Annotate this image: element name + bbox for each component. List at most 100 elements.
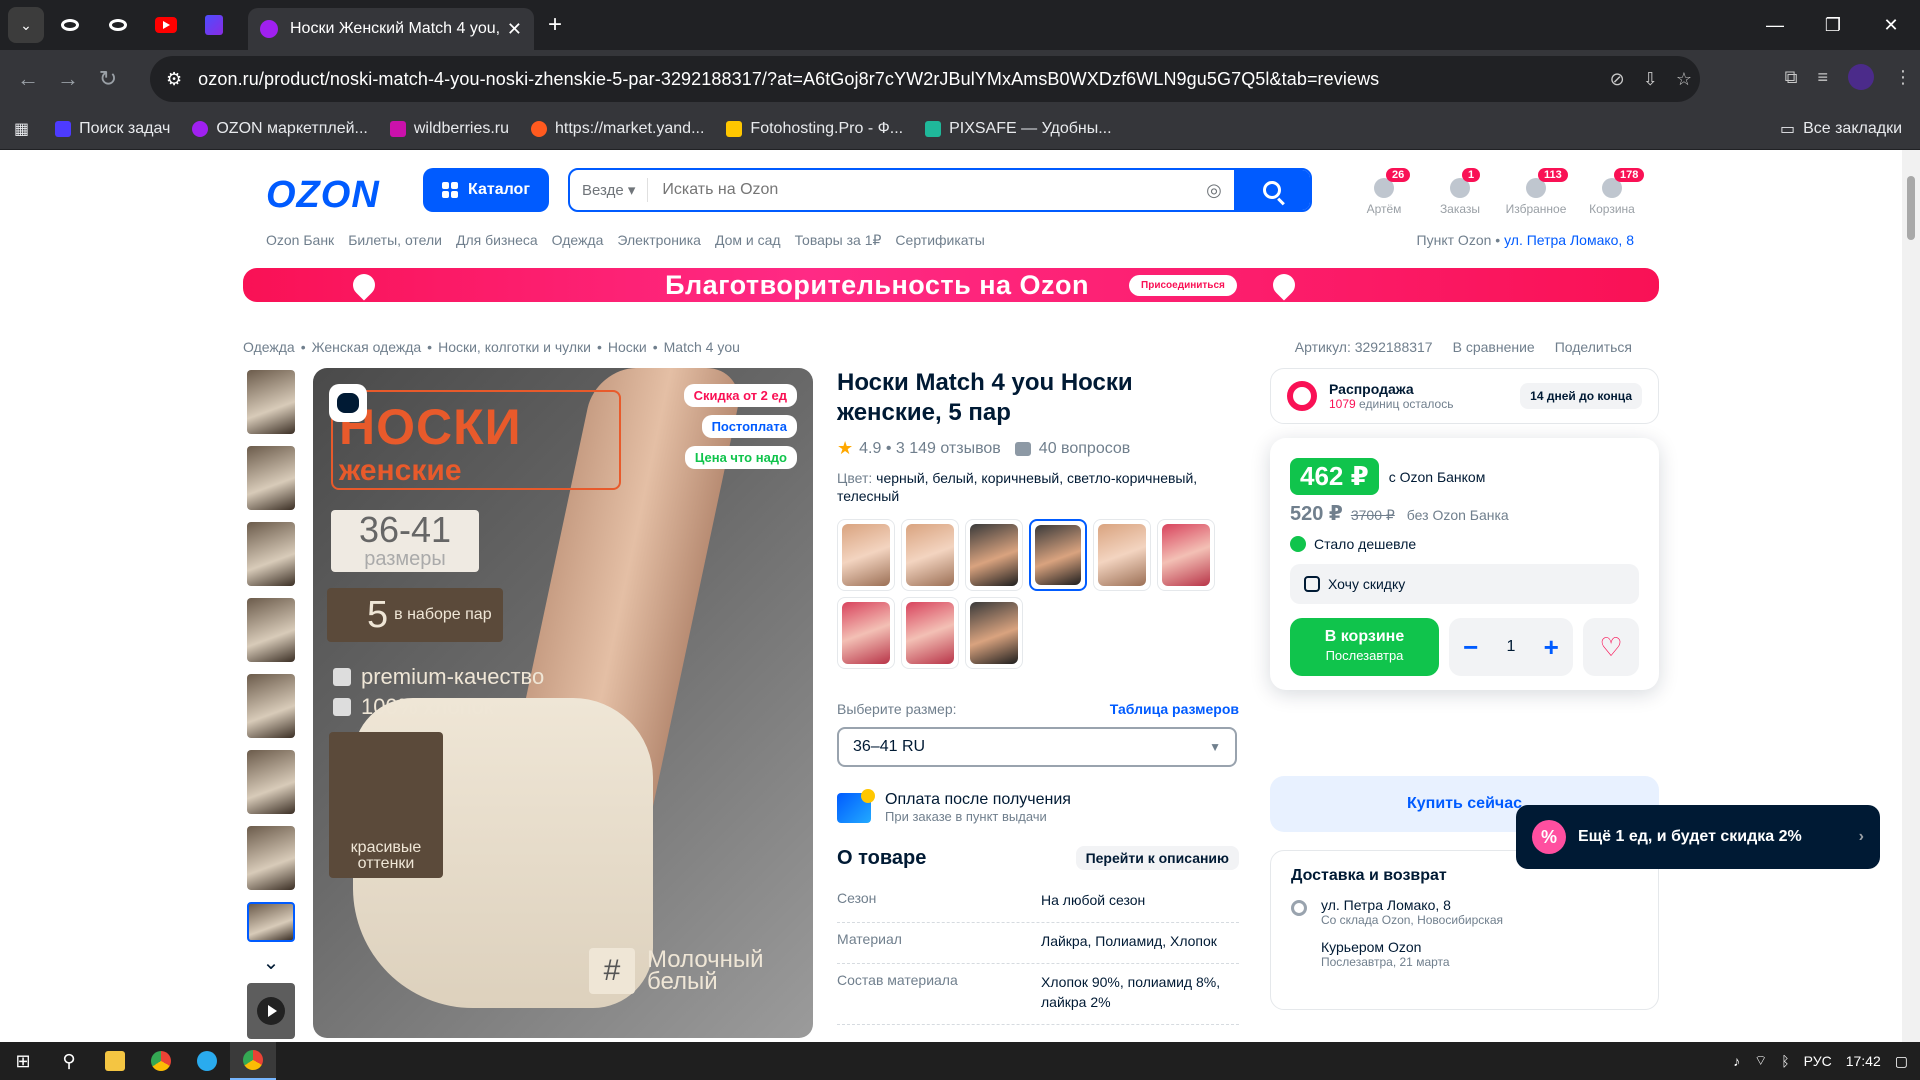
language-indicator[interactable]: РУС: [1804, 1053, 1832, 1069]
restore-button[interactable]: ❐: [1804, 0, 1862, 50]
page-scrollbar[interactable]: [1902, 150, 1920, 1042]
explorer-icon[interactable]: [92, 1042, 138, 1080]
close-window-button[interactable]: ✕: [1862, 0, 1920, 50]
video-thumbnail[interactable]: [247, 983, 295, 1039]
forward-icon[interactable]: →: [48, 66, 88, 92]
promo-banner[interactable]: Благотворительность на Ozon Присоединить…: [243, 268, 1659, 302]
thumbnail-selected[interactable]: [247, 902, 295, 942]
omnibox[interactable]: ⚙ ozon.ru/product/noski-match-4-you-nosk…: [150, 56, 1700, 102]
thumbnail[interactable]: [247, 826, 295, 890]
tray-network-icon[interactable]: ⌔: [1754, 1052, 1767, 1070]
telegram-icon[interactable]: [184, 1042, 230, 1080]
tray-volume-icon[interactable]: ♪: [1733, 1053, 1740, 1069]
color-swatch-selected[interactable]: [1029, 519, 1087, 591]
tray-bluetooth-icon[interactable]: ᛒ: [1781, 1053, 1789, 1069]
bookmark-star-icon[interactable]: ☆: [1676, 69, 1692, 90]
minimize-button[interactable]: —: [1746, 0, 1804, 50]
banner-join-button[interactable]: Присоединиться: [1129, 274, 1237, 296]
bookmark-item[interactable]: OZON маркетплей...: [192, 120, 368, 138]
new-tab-button[interactable]: +: [548, 11, 562, 39]
chevron-down-icon[interactable]: ⌄: [243, 950, 299, 975]
profile-link[interactable]: 26 Артём: [1346, 168, 1422, 216]
bookmark-item[interactable]: https://market.yand...: [531, 120, 704, 138]
back-icon[interactable]: ←: [8, 66, 48, 92]
tag-good-price[interactable]: Цена что надо: [684, 446, 797, 469]
color-swatch[interactable]: [837, 519, 895, 591]
camera-search-icon[interactable]: ◎: [1194, 180, 1234, 201]
thumbnail[interactable]: [247, 598, 295, 662]
bookmark-item[interactable]: wildberries.ru: [389, 120, 509, 138]
delivery-option[interactable]: Курьером Ozon Послезавтра, 21 марта: [1291, 939, 1638, 969]
want-discount-button[interactable]: Хочу скидку: [1290, 564, 1639, 604]
breadcrumb-item[interactable]: Одежда: [243, 339, 295, 355]
minus-button[interactable]: −: [1463, 632, 1478, 663]
nav-ozon-bank[interactable]: Ozon Банк: [266, 232, 334, 249]
thumbnail[interactable]: [247, 674, 295, 738]
search-taskbar-icon[interactable]: ⚲: [46, 1042, 92, 1080]
pinned-tab-4[interactable]: [192, 7, 236, 43]
article-copy[interactable]: Артикул: 3292188317: [1295, 339, 1433, 355]
install-app-icon[interactable]: ⇩: [1643, 69, 1658, 90]
thumbnail[interactable]: [247, 370, 295, 434]
bookmark-item[interactable]: Поиск задач: [55, 120, 170, 138]
nav-home[interactable]: Дом и сад: [715, 232, 781, 249]
favorites-link[interactable]: 113 Избранное: [1498, 168, 1574, 216]
color-swatch[interactable]: [1093, 519, 1151, 591]
active-tab[interactable]: Носки Женский Match 4 you, р ✕: [248, 8, 534, 50]
nav-clothes[interactable]: Одежда: [552, 232, 604, 249]
nav-electronics[interactable]: Электроника: [617, 232, 701, 249]
search-button[interactable]: [1234, 170, 1310, 210]
close-tab-icon[interactable]: ✕: [507, 19, 522, 40]
to-description-button[interactable]: Перейти к описанию: [1075, 846, 1239, 870]
delivery-option[interactable]: ул. Петра Ломако, 8 Со склада Ozon, Новос…: [1291, 897, 1638, 927]
menu-icon[interactable]: ⋮: [1894, 67, 1912, 88]
nav-1rub[interactable]: Товары за 1₽: [795, 232, 882, 249]
price-drop-row[interactable]: Стало дешевле: [1290, 536, 1639, 552]
clock[interactable]: 17:42: [1846, 1053, 1881, 1069]
bookmark-item[interactable]: Fotohosting.Pro - Ф...: [726, 120, 903, 138]
breadcrumb-item[interactable]: Match 4 you: [664, 339, 740, 355]
extensions-icon[interactable]: ⧉: [1785, 67, 1798, 88]
nav-business[interactable]: Для бизнеса: [456, 232, 538, 249]
color-swatch[interactable]: [901, 519, 959, 591]
tracking-icon[interactable]: ⊘: [1610, 69, 1625, 90]
compare-button[interactable]: В сравнение: [1453, 339, 1535, 355]
nav-certificates[interactable]: Сертификаты: [895, 232, 984, 249]
pinned-tab-1[interactable]: [48, 7, 92, 43]
favorite-button[interactable]: ♡: [1583, 618, 1639, 676]
bookmark-item[interactable]: PIXSAFE — Удобны...: [925, 120, 1112, 138]
pickup-point[interactable]: Пункт Ozon • ул. Петра Ломако, 8: [1417, 232, 1634, 248]
bank-price-row[interactable]: 462 ₽ с Ozon Банком: [1290, 458, 1639, 495]
plus-button[interactable]: +: [1544, 632, 1559, 663]
breadcrumb-item[interactable]: Носки: [608, 339, 647, 355]
image-search-button[interactable]: [329, 384, 367, 422]
scrollbar-thumb[interactable]: [1907, 176, 1915, 240]
media-icon[interactable]: ≡: [1817, 67, 1828, 88]
color-swatch[interactable]: [1157, 519, 1215, 591]
all-bookmarks[interactable]: ▭ Все закладки: [1780, 119, 1902, 139]
chrome-icon[interactable]: [138, 1042, 184, 1080]
breadcrumb-item[interactable]: Женская одежда: [312, 339, 422, 355]
color-swatch[interactable]: [965, 519, 1023, 591]
site-info-icon[interactable]: ⚙: [166, 69, 182, 90]
thumbnail[interactable]: [247, 522, 295, 586]
share-button[interactable]: Поделиться: [1555, 339, 1632, 355]
chrome-active-icon[interactable]: [230, 1042, 276, 1080]
color-swatch[interactable]: [901, 597, 959, 669]
profile-avatar[interactable]: [1848, 64, 1874, 90]
ozon-logo[interactable]: OZON: [266, 174, 380, 217]
nav-tickets[interactable]: Билеты, отели: [348, 232, 442, 249]
start-button[interactable]: ⊞: [0, 1042, 46, 1080]
product-main-image[interactable]: НОСКИ женские 36-41 размеры 5в наборе пар…: [313, 368, 813, 1038]
breadcrumb-item[interactable]: Носки, колготки и чулки: [438, 339, 591, 355]
catalog-button[interactable]: Каталог: [423, 168, 549, 212]
questions-link[interactable]: 40 вопросов: [1014, 440, 1130, 458]
notifications-icon[interactable]: ▢: [1895, 1053, 1908, 1070]
size-table-link[interactable]: Таблица размеров: [1110, 701, 1239, 717]
discount-toast[interactable]: % Ещё 1 ед, и будет скидка 2% ›: [1516, 805, 1880, 869]
color-swatch[interactable]: [965, 597, 1023, 669]
search-input[interactable]: [648, 170, 1194, 210]
pinned-tab-2[interactable]: [96, 7, 140, 43]
search-scope-dropdown[interactable]: Везде ▾: [570, 178, 649, 202]
tag-postpay[interactable]: Постоплата: [701, 415, 797, 438]
